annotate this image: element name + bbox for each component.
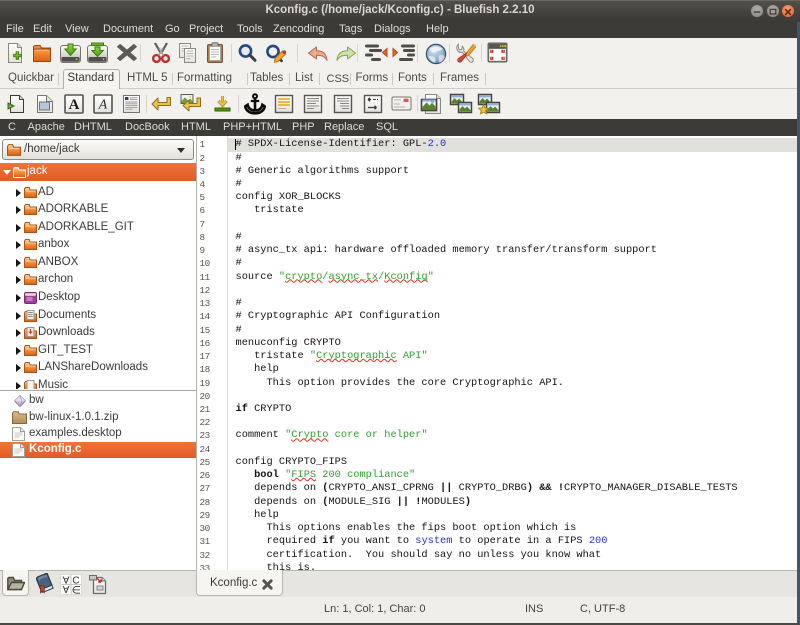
svg-text:∈: ∈	[72, 584, 81, 595]
svg-text:A: A	[62, 583, 69, 594]
svg-text:A: A	[69, 97, 80, 113]
svg-text:A: A	[98, 97, 108, 112]
svg-text:A: A	[62, 574, 69, 584]
